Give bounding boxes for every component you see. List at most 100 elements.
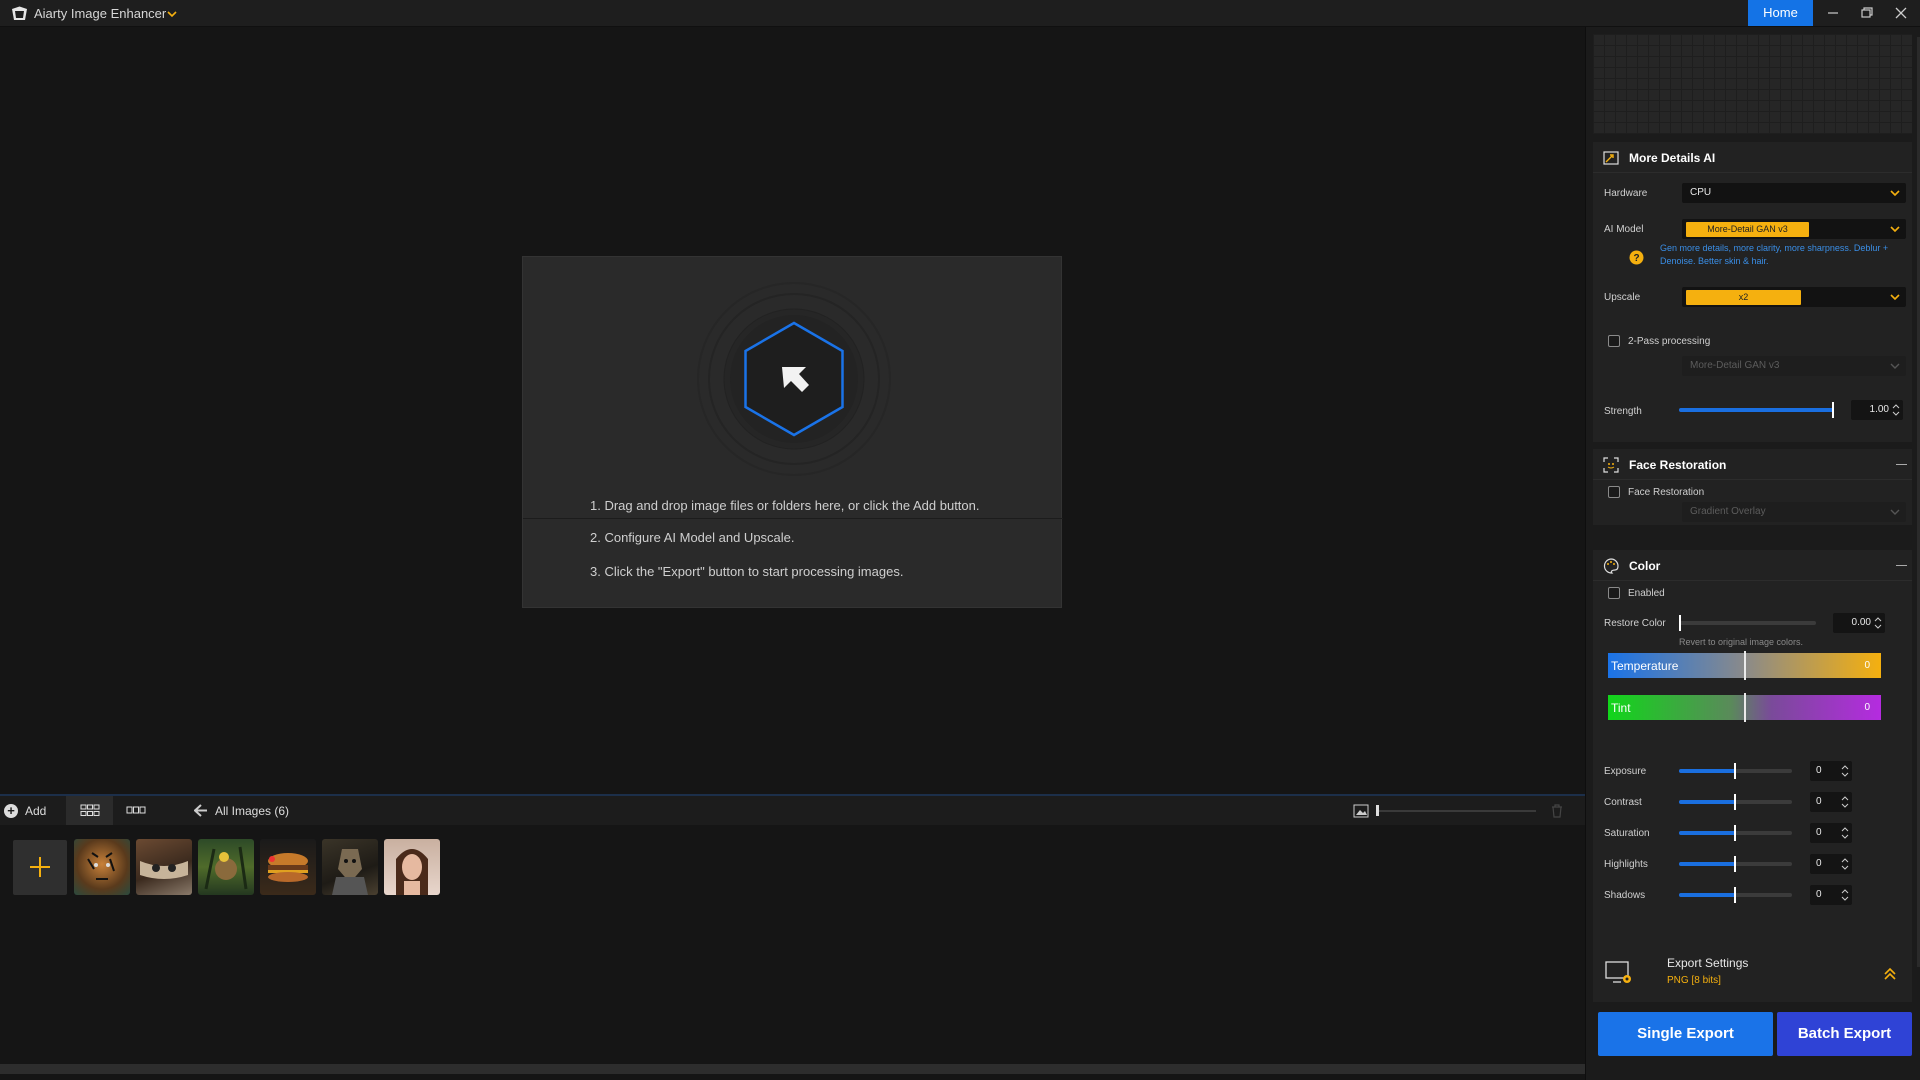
double-chevron-up-icon[interactable]	[1883, 967, 1897, 981]
chevron-down-icon	[1890, 363, 1900, 369]
grid-view-button[interactable]	[66, 796, 113, 825]
thumbnail-burger[interactable]	[260, 839, 316, 895]
strength-slider[interactable]	[1679, 402, 1834, 418]
welcome-card: 1. Drag and drop image files or folders …	[522, 256, 1063, 608]
thumbnail-owl[interactable]	[136, 839, 192, 895]
thumbnail-armored-dog[interactable]	[322, 839, 378, 895]
adjustment-input[interactable]: 0	[1810, 885, 1852, 905]
temperature-slider[interactable]: Temperature 0	[1608, 651, 1881, 680]
adjustment-input[interactable]: 0	[1810, 823, 1852, 843]
settings-scroll: More Details AI Hardware CPU AI Model Mo…	[1593, 142, 1912, 970]
tint-handle[interactable]	[1744, 693, 1746, 722]
face-model-dropdown[interactable]: Gradient Overlay	[1682, 502, 1906, 522]
thumbnail-size-slider[interactable]	[1376, 810, 1536, 812]
tint-value: 0	[1864, 702, 1870, 713]
chevron-down-icon[interactable]	[166, 8, 178, 20]
temperature-label: Temperature	[1611, 659, 1679, 673]
add-image-tile[interactable]	[13, 840, 67, 895]
adjustment-fill	[1679, 831, 1736, 835]
collapse-icon[interactable]	[1896, 565, 1907, 566]
tiger-image	[87, 852, 115, 880]
restore-color-slider[interactable]	[1679, 615, 1816, 631]
add-button[interactable]: + Add	[4, 801, 46, 821]
thumbnail-woman-portrait[interactable]	[384, 839, 440, 895]
adjustment-handle[interactable]	[1734, 763, 1736, 779]
adjustment-slider[interactable]	[1679, 794, 1792, 810]
home-button[interactable]: Home	[1748, 0, 1813, 26]
two-pass-model-dropdown[interactable]: More-Detail GAN v3	[1682, 356, 1906, 376]
adjustment-label: Highlights	[1604, 859, 1648, 870]
restore-color-handle[interactable]	[1679, 615, 1681, 631]
trash-icon[interactable]	[1551, 804, 1563, 818]
adjustment-label: Shadows	[1604, 890, 1646, 901]
thumbnail-forest-cat[interactable]	[198, 839, 254, 895]
upscale-dropdown[interactable]: x2	[1682, 287, 1906, 307]
grid-icon	[80, 804, 100, 816]
spinner-icon[interactable]	[1841, 825, 1849, 841]
batch-export-button[interactable]: Batch Export	[1777, 1012, 1912, 1056]
spinner-icon[interactable]	[1841, 794, 1849, 810]
spinner-icon[interactable]	[1892, 402, 1900, 418]
restore-icon[interactable]	[1859, 5, 1875, 21]
help-icon[interactable]: ?	[1629, 250, 1644, 265]
hardware-dropdown[interactable]: CPU	[1682, 183, 1906, 203]
face-restoration-checkbox[interactable]	[1608, 486, 1620, 498]
adjustment-slider[interactable]	[1679, 856, 1792, 872]
strength-handle[interactable]	[1832, 402, 1834, 418]
all-images-label[interactable]: All Images (6)	[215, 804, 289, 818]
spinner-icon[interactable]	[1874, 615, 1882, 631]
thumbnail-size-handle[interactable]	[1376, 805, 1379, 816]
more-details-header[interactable]: More Details AI	[1593, 142, 1912, 173]
adjustment-input[interactable]: 0	[1810, 854, 1852, 874]
app-title[interactable]: Aiarty Image Enhancer	[34, 6, 166, 21]
export-settings[interactable]: Export Settings PNG [8 bits]	[1593, 947, 1912, 1002]
plus-icon	[30, 857, 50, 877]
tint-slider[interactable]: Tint 0	[1608, 693, 1881, 722]
close-icon[interactable]	[1893, 5, 1909, 21]
restore-color-label: Restore Color	[1604, 618, 1666, 629]
adjustment-fill	[1679, 769, 1736, 773]
adjustment-input[interactable]: 0	[1810, 761, 1852, 781]
spinner-icon[interactable]	[1841, 763, 1849, 779]
color-enabled-checkbox[interactable]	[1608, 587, 1620, 599]
thumbnail-tiger[interactable]	[74, 839, 130, 895]
spinner-icon[interactable]	[1841, 887, 1849, 903]
ai-model-dropdown[interactable]: More-Detail GAN v3	[1682, 219, 1906, 239]
tint-label: Tint	[1611, 701, 1631, 715]
step-3-text: 3. Click the "Export" button to start pr…	[590, 564, 904, 579]
image-gallery	[0, 825, 1585, 1062]
adjustment-input[interactable]: 0	[1810, 792, 1852, 812]
ai-model-value: More-Detail GAN v3	[1686, 222, 1809, 237]
cursor-hexagon-icon	[697, 282, 891, 476]
adjustment-value: 0	[1816, 889, 1822, 900]
collapse-icon[interactable]	[1896, 464, 1907, 465]
adjustment-label: Contrast	[1604, 797, 1642, 808]
adjustment-slider[interactable]	[1679, 763, 1792, 779]
adjustment-handle[interactable]	[1734, 794, 1736, 810]
restore-color-input[interactable]: 0.00	[1833, 613, 1885, 633]
spinner-icon[interactable]	[1841, 856, 1849, 872]
adjustment-slider[interactable]	[1679, 887, 1792, 903]
drop-zone[interactable]: 1. Drag and drop image files or folders …	[0, 27, 1585, 794]
armored-dog-image	[332, 849, 368, 895]
adjustment-handle[interactable]	[1734, 856, 1736, 872]
adjustment-slider[interactable]	[1679, 825, 1792, 841]
single-export-button[interactable]: Single Export	[1598, 1012, 1773, 1056]
back-arrow-icon[interactable]	[194, 804, 208, 817]
two-pass-model-value: More-Detail GAN v3	[1690, 360, 1780, 371]
add-label: Add	[25, 804, 47, 818]
strength-input[interactable]: 1.00	[1851, 400, 1903, 420]
temperature-handle[interactable]	[1744, 651, 1746, 680]
filmstrip-icon	[126, 806, 146, 814]
adjustment-handle[interactable]	[1734, 825, 1736, 841]
gallery-toolbar: + Add All Images (6)	[0, 794, 1585, 825]
two-pass-checkbox[interactable]	[1608, 335, 1620, 347]
adjustment-value: 0	[1816, 858, 1822, 869]
color-header[interactable]: Color	[1593, 550, 1912, 581]
adjustment-fill	[1679, 893, 1736, 897]
adjustment-handle[interactable]	[1734, 887, 1736, 903]
strip-view-button[interactable]	[113, 796, 160, 825]
face-restoration-header[interactable]: Face Restoration	[1593, 449, 1912, 480]
minimize-icon[interactable]	[1825, 5, 1841, 21]
burger-image	[268, 853, 308, 882]
